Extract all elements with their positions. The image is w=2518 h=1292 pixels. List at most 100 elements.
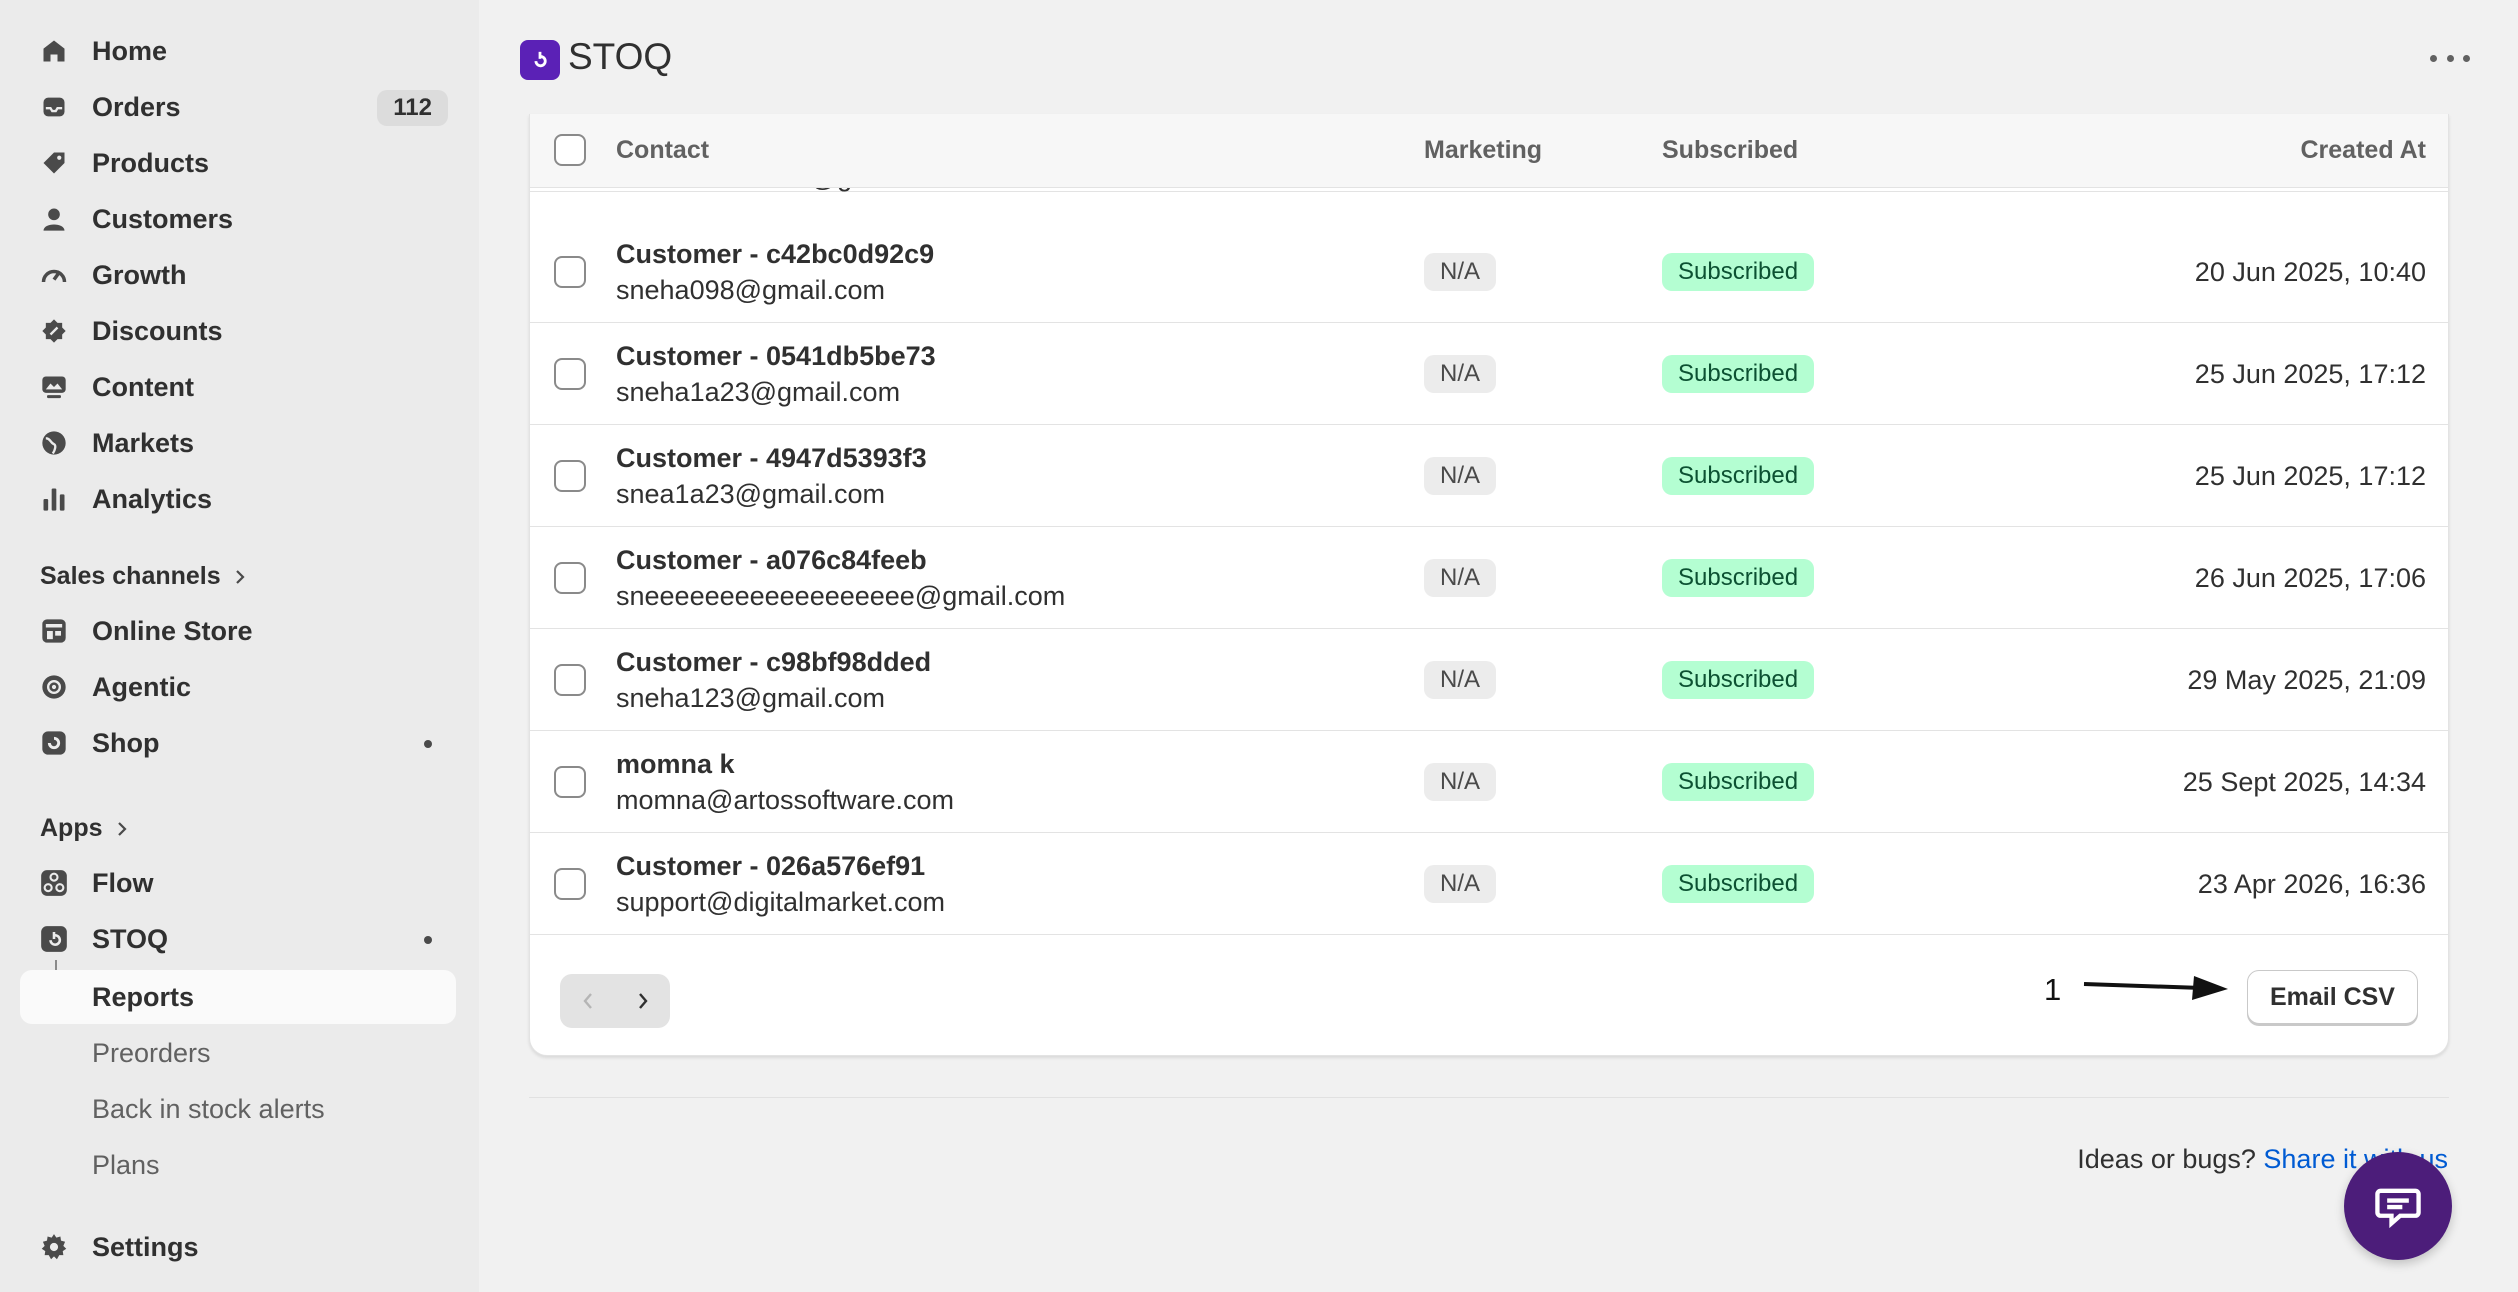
sales-channels-heading[interactable]: Sales channels bbox=[40, 562, 247, 591]
nav-label: Plans bbox=[92, 1149, 160, 1180]
nav-agentic[interactable]: Agentic bbox=[20, 660, 456, 714]
nav-label: Analytics bbox=[92, 483, 213, 514]
nav-reports[interactable]: Reports bbox=[20, 970, 456, 1024]
nav-analytics[interactable]: Analytics bbox=[20, 472, 456, 526]
nav-content[interactable]: Content bbox=[20, 360, 456, 414]
nav-label: Customers bbox=[92, 203, 234, 234]
table-row[interactable]: Customer - a076c84feeb sneeeeeeeeeeeeeee… bbox=[530, 527, 2448, 629]
sidebar: Home Orders 112 Products Customers Growt… bbox=[0, 0, 479, 1292]
customer-name[interactable]: Customer - 026a576ef91 bbox=[616, 851, 925, 882]
orders-count-badge: 112 bbox=[377, 90, 448, 126]
chevron-left-icon bbox=[582, 993, 592, 1009]
status-badge: Subscribed bbox=[1662, 457, 1815, 495]
contact-email: sneeeeeeeeeeeeeeeeee@gmail.com bbox=[616, 581, 1066, 611]
stoq-icon bbox=[38, 923, 70, 955]
created-date: 26 Jun 2025, 17:06 bbox=[2194, 563, 2426, 593]
chevron-right-icon bbox=[638, 993, 648, 1009]
customer-name[interactable]: Customer - 4947d5393f3 bbox=[616, 443, 927, 474]
table-row[interactable]: momna k momna@artossoftware.com N/A Subs… bbox=[530, 731, 2448, 833]
table-row[interactable]: Customer - 0541db5be73 sneha1a23@gmail.c… bbox=[530, 323, 2448, 425]
gauge-icon bbox=[38, 259, 70, 291]
bar-chart-icon bbox=[38, 483, 70, 515]
next-page-button[interactable] bbox=[615, 974, 670, 1028]
row-checkbox[interactable] bbox=[554, 460, 586, 492]
nav-orders[interactable]: Orders 112 bbox=[20, 80, 456, 134]
nav-growth[interactable]: Growth bbox=[20, 248, 456, 302]
nav-products[interactable]: Products bbox=[20, 136, 456, 190]
table-row[interactable]: Customer - 4947d5393f3 snea1a23@gmail.co… bbox=[530, 425, 2448, 527]
shop-icon bbox=[38, 727, 70, 759]
nav-customers[interactable]: Customers bbox=[20, 192, 456, 246]
select-all-checkbox[interactable] bbox=[554, 134, 586, 166]
contact-email: snea1a23@gmail.com bbox=[616, 479, 886, 509]
marketing-badge: N/A bbox=[1424, 253, 1497, 291]
row-checkbox[interactable] bbox=[554, 256, 586, 288]
nav-label: STOQ bbox=[92, 923, 169, 954]
more-options-icon[interactable] bbox=[2430, 46, 2470, 70]
row-checkbox[interactable] bbox=[554, 562, 586, 594]
column-header-contact[interactable]: Contact bbox=[616, 136, 709, 165]
customer-name[interactable]: momna k bbox=[616, 749, 735, 780]
nav-discounts[interactable]: Discounts bbox=[20, 304, 456, 358]
nav-home[interactable]: Home bbox=[20, 24, 456, 78]
table-row[interactable]: Customer - c98bf98dded sneha123@gmail.co… bbox=[530, 629, 2448, 731]
marketing-badge: N/A bbox=[1424, 457, 1497, 495]
column-header-marketing[interactable]: Marketing bbox=[1424, 136, 1542, 165]
customer-name[interactable]: Customer - c98bf98dded bbox=[616, 647, 931, 678]
marketing-badge: N/A bbox=[1424, 865, 1497, 903]
nav-stoq[interactable]: STOQ bbox=[20, 912, 456, 966]
nav-label: Reports bbox=[92, 981, 195, 1012]
person-icon bbox=[38, 203, 70, 235]
marketing-badge: N/A bbox=[1424, 355, 1497, 393]
nav-settings[interactable]: Settings bbox=[20, 1220, 456, 1274]
nav-label: Growth bbox=[92, 259, 187, 290]
marketing-badge: N/A bbox=[1424, 661, 1497, 699]
nav-markets[interactable]: Markets bbox=[20, 416, 456, 470]
nav-label: Products bbox=[92, 147, 210, 178]
created-date: 23 Apr 2026, 16:36 bbox=[2197, 869, 2426, 899]
table-row[interactable]: Customer - c42bc0d92c9 sneha098@gmail.co… bbox=[530, 221, 2448, 323]
apps-heading[interactable]: Apps bbox=[40, 814, 129, 843]
row-checkbox[interactable] bbox=[554, 664, 586, 696]
column-header-created-at[interactable]: Created At bbox=[2301, 136, 2427, 165]
nav-label: Settings bbox=[92, 1231, 199, 1262]
nav-shop[interactable]: Shop bbox=[20, 716, 456, 770]
chevron-right-icon bbox=[117, 821, 127, 836]
row-checkbox[interactable] bbox=[554, 868, 586, 900]
annotation-arrow-icon bbox=[2083, 976, 2228, 1000]
table-row[interactable]: Customer - 026a576ef91 support@digitalma… bbox=[530, 833, 2448, 935]
customer-name[interactable]: Customer - a076c84feeb bbox=[616, 545, 927, 576]
nav-online-store[interactable]: Online Store bbox=[20, 604, 456, 658]
nav-plans[interactable]: Plans bbox=[20, 1138, 456, 1192]
nav-preorders[interactable]: Preorders bbox=[20, 1026, 456, 1080]
nav-label: Agentic bbox=[92, 671, 192, 702]
nav-label: Orders bbox=[92, 91, 181, 122]
created-date: 25 Jun 2025, 17:12 bbox=[2194, 359, 2426, 389]
stoq-logo-icon bbox=[520, 40, 560, 80]
chat-button[interactable] bbox=[2344, 1152, 2452, 1260]
previous-page-button[interactable] bbox=[560, 974, 615, 1028]
status-badge: Subscribed bbox=[1662, 253, 1815, 291]
email-csv-button[interactable]: Email CSV bbox=[2246, 970, 2418, 1024]
inbox-icon bbox=[38, 91, 70, 123]
customer-name[interactable]: Customer - c42bc0d92c9 bbox=[616, 239, 934, 270]
column-header-subscribed[interactable]: Subscribed bbox=[1662, 136, 1798, 165]
nav-flow[interactable]: Flow bbox=[20, 856, 456, 910]
contact-email: sneha1a23@gmail.com bbox=[616, 377, 901, 407]
row-checkbox[interactable] bbox=[554, 358, 586, 390]
pagination bbox=[560, 974, 670, 1028]
marketing-badge: N/A bbox=[1424, 763, 1497, 801]
nav-back-in-stock-alerts[interactable]: Back in stock alerts bbox=[20, 1082, 456, 1136]
marketing-badge: N/A bbox=[1424, 559, 1497, 597]
annotation-number: 1 bbox=[2044, 972, 2062, 1007]
created-date: 25 Sept 2025, 14:34 bbox=[2182, 767, 2426, 797]
created-date: 25 Jun 2025, 17:12 bbox=[2194, 461, 2426, 491]
customer-name[interactable]: Customer - 0541db5be73 bbox=[616, 341, 936, 372]
nav-label: Flow bbox=[92, 867, 154, 898]
page-title: STOQ bbox=[568, 36, 673, 77]
status-badge: Subscribed bbox=[1662, 559, 1815, 597]
home-icon bbox=[38, 35, 70, 67]
row-checkbox[interactable] bbox=[554, 766, 586, 798]
nav-label: Online Store bbox=[92, 615, 253, 646]
table-header: Contact Marketing Subscribed Created At bbox=[530, 114, 2448, 188]
